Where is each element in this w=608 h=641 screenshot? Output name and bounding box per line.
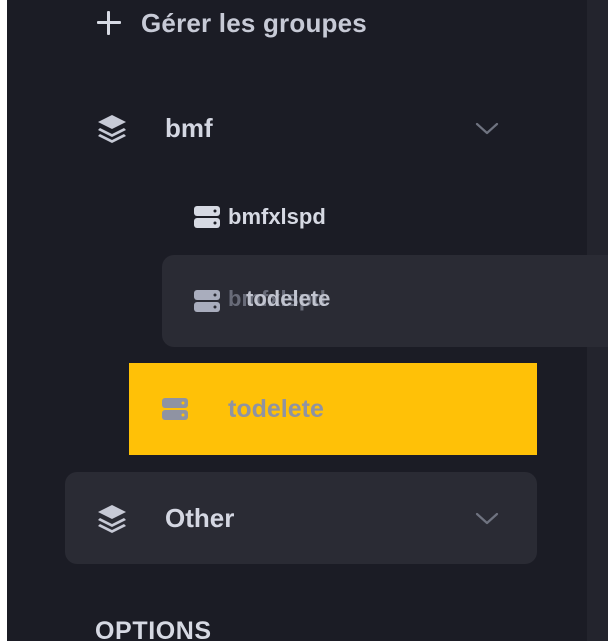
options-heading: OPTIONS: [95, 617, 212, 641]
server-icon: [194, 290, 220, 312]
chevron-down-icon[interactable]: [473, 508, 501, 528]
layers-icon: [98, 115, 126, 143]
group-other[interactable]: Other: [65, 472, 537, 564]
sidebar: Gérer les groupes bmf bmfxlspd bmfxlspd …: [7, 0, 608, 641]
drop-target-todelete[interactable]: todelete: [129, 363, 537, 455]
group-label-bmf: bmf: [165, 112, 213, 143]
manage-groups-button[interactable]: Gérer les groupes: [95, 0, 367, 46]
database-item-label: bmfxlspd: [228, 204, 326, 229]
database-item-bmfxlspd[interactable]: bmfxlspd: [192, 200, 326, 234]
group-label-other: Other: [165, 502, 235, 533]
plus-icon: [95, 9, 123, 37]
drag-preview-label-stack: bmfxlspd todelete: [228, 286, 388, 316]
layers-icon: [98, 505, 126, 533]
server-icon: [194, 206, 220, 228]
group-bmf[interactable]: bmf: [65, 82, 537, 174]
drag-preview: bmfxlspd todelete: [192, 286, 388, 316]
drop-target-label: todelete: [228, 394, 324, 423]
drag-preview-dragging-label: todelete: [246, 286, 331, 311]
server-icon: [162, 398, 188, 420]
chevron-down-icon[interactable]: [473, 118, 501, 138]
manage-groups-label: Gérer les groupes: [141, 7, 367, 38]
application-canvas: Gérer les groupes bmf bmfxlspd bmfxlspd …: [0, 0, 608, 641]
